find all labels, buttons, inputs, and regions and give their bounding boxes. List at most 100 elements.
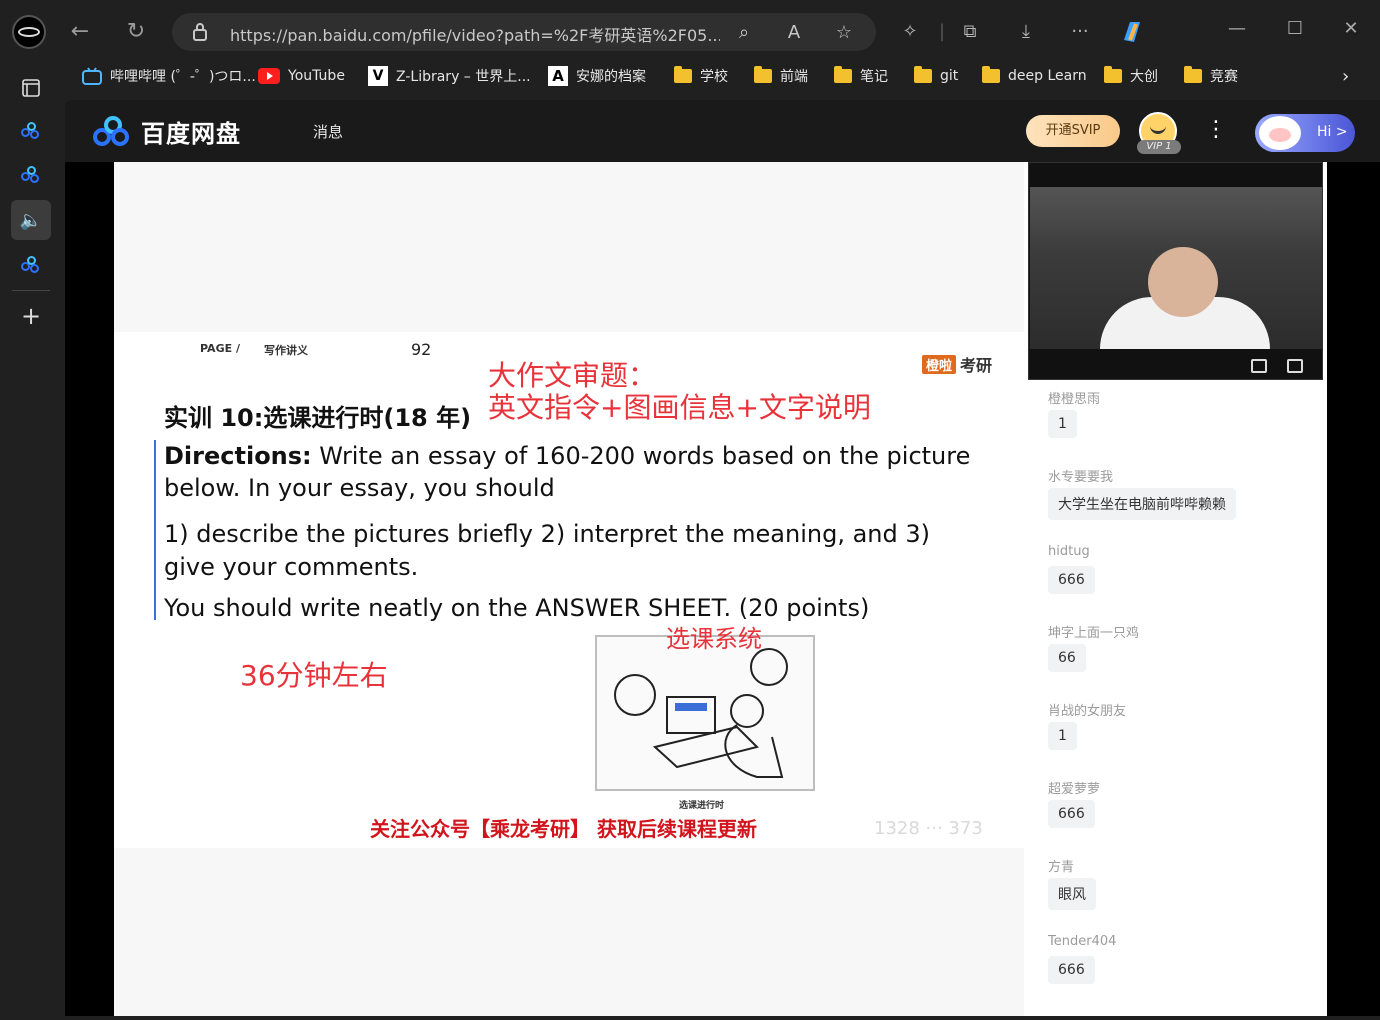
chat-username: hidtug (1048, 544, 1090, 559)
time-note: 36分钟左右 (240, 659, 388, 692)
open-svip-button[interactable]: 开通SVIP (1026, 115, 1120, 147)
bookmark-zlibrary[interactable]: V Z-Library – 世界上... (368, 64, 531, 88)
vip-level-badge: VIP 1 (1137, 140, 1181, 154)
sidebar-divider (12, 290, 50, 291)
toolbar-divider: | (938, 21, 946, 42)
folder-icon (834, 66, 852, 83)
baidu-pan-tab-icon[interactable] (11, 246, 51, 286)
chat-username: 橙橙思雨 (1048, 392, 1101, 407)
bookmark-folder-deep-learn[interactable]: deep Learn (982, 64, 1087, 88)
folder-icon (982, 66, 1000, 83)
chat-username: 坤字上面一只鸡 (1048, 626, 1140, 641)
nav-message-link[interactable]: 消息 (313, 121, 343, 142)
video-letterbox-bottom (114, 848, 1024, 1016)
bookmark-annas-archive[interactable]: A 安娜的档案 (548, 64, 646, 88)
bookmarks-more-chevron-icon[interactable]: › (1342, 64, 1349, 88)
bookmark-folder-school[interactable]: 学校 (674, 64, 728, 88)
mascot-icon (1259, 116, 1301, 150)
chat-username: 肖战的女朋友 (1048, 704, 1127, 719)
folder-icon (914, 66, 932, 83)
chat-message: 666 (1048, 956, 1095, 984)
answer-sheet-note: You should write neatly on the ANSWER SH… (164, 594, 870, 622)
browser-titlebar: ← ↻ https://pan.baidu.com/pfile/video?pa… (0, 0, 1380, 62)
chat-message: 大学生坐在电脑前哔哔赖赖 (1048, 488, 1236, 520)
bookmark-youtube[interactable]: YouTube (258, 64, 345, 88)
chat-message: 1 (1048, 722, 1077, 750)
slide-page-number: 92 (411, 340, 432, 359)
chat-username: 水专要要我 (1048, 470, 1114, 485)
brand-logo: 橙啦 考研 (922, 352, 992, 376)
add-tab-plus-icon[interactable]: + (11, 296, 51, 336)
page-head-mid: 写作讲义 (264, 344, 308, 357)
cartoon-image (595, 635, 815, 791)
chat-username: 方青 (1048, 860, 1075, 875)
read-aloud-icon[interactable]: A (782, 21, 806, 45)
baidu-pan-logo[interactable]: 百度网盘 (93, 114, 241, 149)
more-menu-kebab-icon[interactable]: ⋮ (1205, 118, 1227, 142)
baidu-pan-tab-icon[interactable] (11, 112, 51, 152)
bookmark-folder-contest[interactable]: 竞赛 (1184, 64, 1238, 88)
annotation-sub: 英文指令+图画信息+文字说明 (488, 391, 871, 424)
live-chat-panel: 橙橙思雨 1 水专要要我 大学生坐在电脑前哔哔赖赖 hidtug 666 坤字上… (1028, 380, 1327, 1016)
video-player[interactable]: PAGE / 写作讲义 92 橙啦 考研 大作文审题： 英文指令+图画信息+文字… (114, 162, 1327, 1016)
directions-label: Directions: (164, 442, 312, 470)
chat-message: 666 (1048, 566, 1095, 594)
directions-paragraph: Directions: Write an essay of 160-200 wo… (164, 440, 984, 504)
bookmark-folder-notes[interactable]: 笔记 (834, 64, 888, 88)
camera-swap-icon[interactable] (1251, 359, 1267, 373)
youtube-icon (258, 68, 280, 84)
video-watermark: 1328 ··· 373 (874, 818, 983, 839)
teacher-camera-feed[interactable] (1028, 162, 1323, 380)
chat-message: 666 (1048, 800, 1095, 828)
annas-archive-icon: A (548, 66, 568, 86)
camera-video (1030, 187, 1322, 349)
baidu-pan-tab-icon[interactable] (11, 156, 51, 196)
bookmarks-bar: 哔哩哔哩 (゜-゜)つロ... YouTube V Z-Library – 世界… (68, 62, 1380, 90)
folder-icon (754, 66, 772, 83)
app-header: 百度网盘 消息 开通SVIP VIP 1 ⋮ Hi > (65, 100, 1380, 162)
copilot-icon[interactable] (1118, 18, 1146, 46)
chat-username: Tender404 (1048, 934, 1117, 949)
minimize-icon[interactable]: — (1222, 14, 1252, 44)
tab-actions-icon[interactable] (11, 68, 51, 108)
camera-popout-icon[interactable] (1287, 359, 1303, 373)
brand-text: 考研 (960, 356, 993, 375)
audio-playing-icon[interactable]: 🔈 (11, 200, 51, 240)
more-icon[interactable]: ··· (1066, 18, 1094, 46)
video-letterbox-top (114, 162, 1024, 332)
profile-icon[interactable] (12, 15, 46, 49)
collections-icon[interactable]: ⧉ (956, 18, 984, 46)
folder-icon (1104, 66, 1122, 83)
section-title: 实训 10:选课进行时(18 年) (164, 404, 472, 432)
maximize-icon[interactable]: ☐ (1280, 14, 1310, 44)
folder-icon (674, 66, 692, 83)
zlibrary-icon: V (368, 66, 388, 86)
url-text[interactable]: https://pan.baidu.com/pfile/video?path=%… (230, 22, 720, 46)
margin-bar (154, 440, 156, 620)
baidu-pan-app: 百度网盘 消息 开通SVIP VIP 1 ⋮ Hi > PAGE / 写作讲义 … (65, 100, 1380, 1016)
task-items: 1) describe the pictures briefly 2) inte… (164, 520, 931, 581)
cartoon-annotation: 选课系统 (666, 625, 762, 653)
download-icon[interactable]: ⤓ (1012, 18, 1040, 46)
close-icon[interactable]: ✕ (1336, 14, 1366, 44)
chat-message: 眼风 (1048, 878, 1096, 910)
favorite-star-icon[interactable]: ☆ (832, 21, 856, 45)
bookmark-bilibili[interactable]: 哔哩哔哩 (゜-゜)つロ... (82, 64, 256, 88)
promo-banner: 关注公众号【乘龙考研】 获取后续课程更新 (370, 817, 757, 841)
bookmark-folder-git[interactable]: git (914, 64, 958, 88)
bookmark-folder-frontend[interactable]: 前端 (754, 64, 808, 88)
page-head-left: PAGE / (200, 342, 240, 355)
zoom-icon[interactable]: ⌕ (732, 21, 756, 45)
brand-tag: 橙啦 (922, 354, 957, 374)
cartoon-caption: 选课进行时 (679, 801, 725, 811)
extensions-icon[interactable]: ✧ (896, 18, 924, 46)
chat-message: 1 (1048, 410, 1077, 438)
refresh-icon[interactable]: ↻ (122, 18, 150, 46)
address-bar[interactable]: https://pan.baidu.com/pfile/video?path=%… (172, 13, 876, 51)
bookmark-folder-dachuang[interactable]: 大创 (1104, 64, 1158, 88)
chat-message: 66 (1048, 644, 1086, 672)
hi-assistant-button[interactable]: Hi > (1255, 114, 1355, 152)
lock-icon[interactable] (192, 22, 208, 42)
chat-username: 超爱萝萝 (1048, 782, 1101, 797)
back-icon[interactable]: ← (66, 18, 94, 46)
